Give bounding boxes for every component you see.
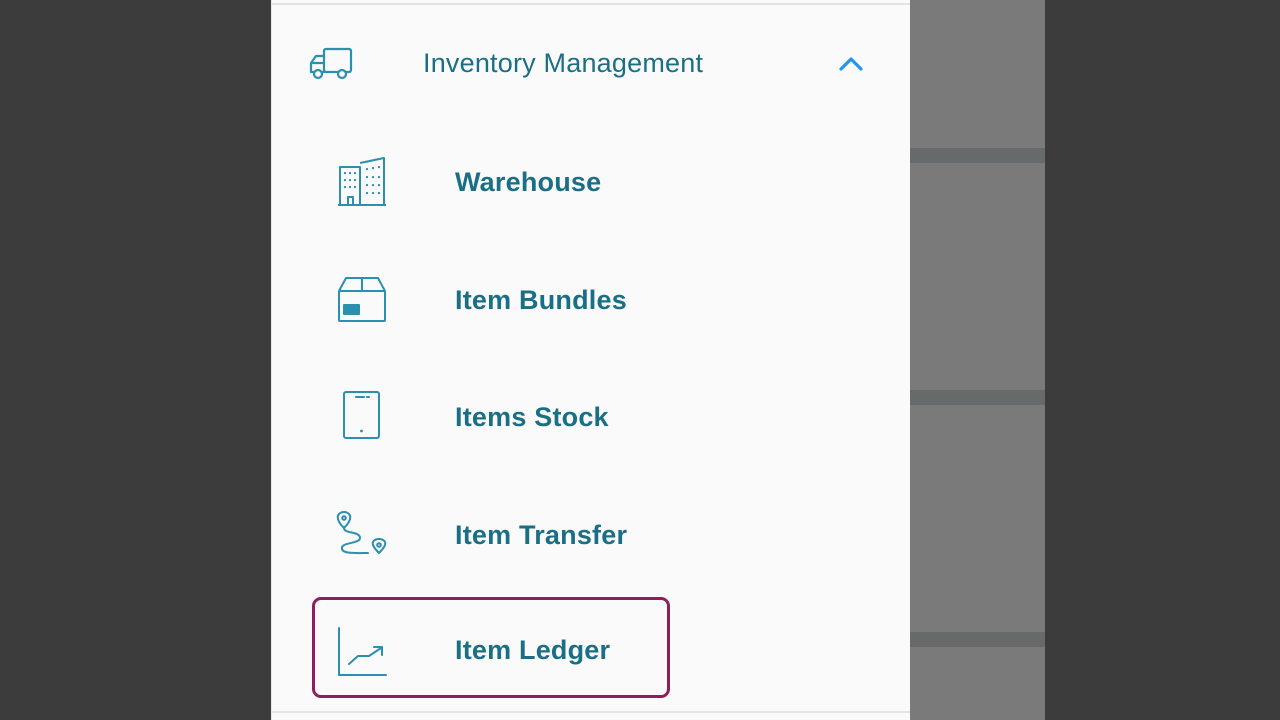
box-icon	[336, 274, 388, 326]
nav-item-label: Item Bundles	[455, 285, 627, 315]
nav-item-label: Warehouse	[455, 167, 602, 197]
inventory-management-group-header[interactable]: Inventory Management	[272, 24, 910, 104]
truck-icon	[308, 46, 354, 82]
nav-item-item-bundles[interactable]: Item Bundles	[312, 250, 670, 350]
trend-chart-icon	[336, 626, 388, 678]
nav-item-warehouse[interactable]: Warehouse	[312, 132, 670, 232]
chevron-up-icon[interactable]	[836, 52, 866, 76]
drawer-divider	[272, 3, 910, 5]
navigation-drawer: Inventory Management Warehouse Item Bund…	[271, 0, 910, 720]
screen: Inventory Management Warehouse Item Bund…	[0, 0, 1280, 720]
nav-item-label: Item Transfer	[455, 520, 628, 550]
nav-item-item-ledger[interactable]: Item Ledger	[312, 597, 670, 698]
nav-item-label: Items Stock	[455, 402, 609, 432]
drawer-divider	[272, 711, 910, 713]
nav-item-item-transfer[interactable]: Item Transfer	[312, 485, 670, 585]
buildings-icon	[336, 155, 388, 207]
nav-item-items-stock[interactable]: Items Stock	[312, 367, 670, 467]
route-icon	[336, 509, 388, 561]
tablet-icon	[336, 391, 388, 443]
group-label: Inventory Management	[423, 48, 704, 78]
nav-item-label: Item Ledger	[455, 635, 611, 665]
